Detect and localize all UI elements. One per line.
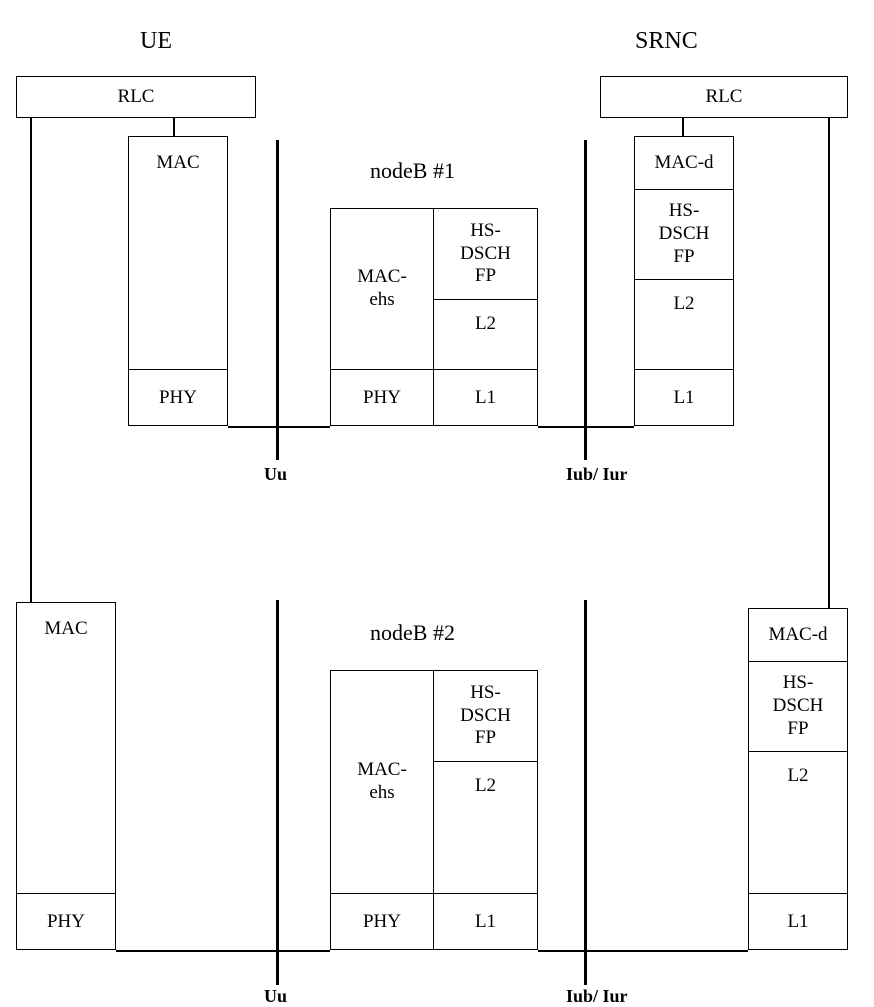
srnc1-hs: HS- DSCH FP xyxy=(635,189,733,279)
iub-line-1 xyxy=(584,140,587,460)
conn-ue-left-long xyxy=(30,118,32,602)
srnc2-l1: L1 xyxy=(749,893,847,949)
conn-nodeb2-srnc2 xyxy=(538,950,748,952)
header-srnc: SRNC xyxy=(635,28,698,55)
srnc-stack-2: MAC-d HS- DSCH FP L2 L1 xyxy=(748,608,848,950)
ue-stack-1: MAC PHY xyxy=(128,136,228,426)
iub-line-2 xyxy=(584,600,587,985)
nodeb2-macehs: MAC- ehs xyxy=(331,671,433,893)
nodeb2-l1: L1 xyxy=(434,893,537,949)
ue-stack-2: MAC PHY xyxy=(16,602,116,950)
srnc1-macd: MAC-d xyxy=(635,137,733,189)
ue1-mac: MAC xyxy=(129,137,227,189)
nodeb2-l2: L2 xyxy=(434,761,537,809)
srnc2-macd: MAC-d xyxy=(749,609,847,661)
conn-ue2-nodeb2 xyxy=(116,950,330,952)
nodeb1-hs: HS- DSCH FP xyxy=(434,209,537,299)
nodeb1-l2: L2 xyxy=(434,299,537,347)
conn-srnc-rlc-macd xyxy=(682,118,684,136)
header-ue: UE xyxy=(140,28,172,55)
nodeb1-macehs: MAC- ehs xyxy=(331,209,433,369)
nodeb2-box: MAC- ehs PHY HS- DSCH FP L2 L1 xyxy=(330,670,538,950)
srnc1-l2: L2 xyxy=(635,279,733,327)
nodeb1-box: MAC- ehs PHY HS- DSCH FP L2 L1 xyxy=(330,208,538,426)
uu-line-1 xyxy=(276,140,279,460)
ue2-mac: MAC xyxy=(17,603,115,655)
iub-label-1: Iub/ Iur xyxy=(566,464,628,485)
srnc2-l2: L2 xyxy=(749,751,847,799)
conn-srnc-right-long xyxy=(828,118,830,608)
srnc-stack-1: MAC-d HS- DSCH FP L2 L1 xyxy=(634,136,734,426)
conn-ue1-nodeb1 xyxy=(228,426,330,428)
nodeb2-phy: PHY xyxy=(331,893,433,949)
srnc2-hs: HS- DSCH FP xyxy=(749,661,847,751)
rlc-label-srnc: RLC xyxy=(706,86,743,108)
nodeb2-hs: HS- DSCH FP xyxy=(434,671,537,761)
conn-ue-rlc-mac xyxy=(173,118,175,136)
uu-label-2: Uu xyxy=(264,986,287,1007)
nodeb1-l1: L1 xyxy=(434,369,537,425)
rlc-label-ue: RLC xyxy=(118,86,155,108)
rlc-box-srnc: RLC xyxy=(600,76,848,118)
nodeb2-title: nodeB #2 xyxy=(370,620,455,646)
uu-line-2 xyxy=(276,600,279,985)
srnc1-l1: L1 xyxy=(635,369,733,425)
rlc-box-ue: RLC xyxy=(16,76,256,118)
nodeb1-phy: PHY xyxy=(331,369,433,425)
nodeb1-title: nodeB #1 xyxy=(370,158,455,184)
ue1-phy: PHY xyxy=(129,369,227,425)
ue2-phy: PHY xyxy=(17,893,115,949)
iub-label-2: Iub/ Iur xyxy=(566,986,628,1007)
uu-label-1: Uu xyxy=(264,464,287,485)
